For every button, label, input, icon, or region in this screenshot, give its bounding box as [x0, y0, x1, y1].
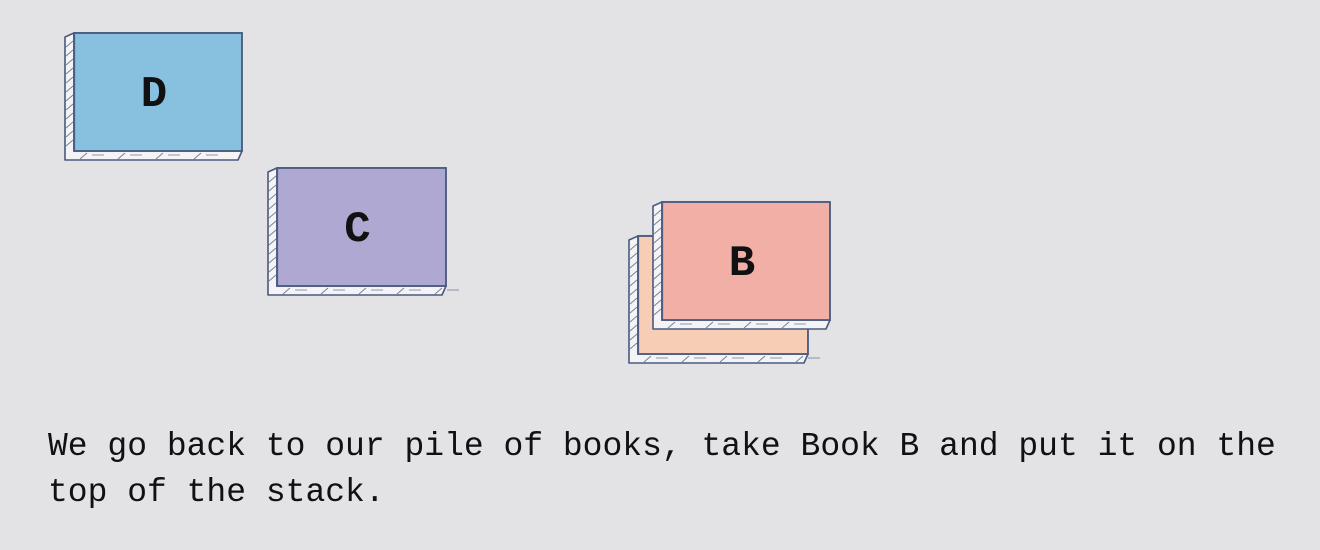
book-scene: D C B	[64, 32, 831, 364]
book-d: D	[64, 32, 243, 161]
book-label: D	[141, 70, 167, 120]
book-label: B	[729, 239, 755, 289]
caption-text: We go back to our pile of books, take Bo…	[48, 428, 1276, 511]
book-c: C	[267, 166, 459, 296]
book-stack: B	[628, 200, 831, 364]
book-label: C	[344, 205, 370, 255]
book-b: B	[652, 200, 831, 330]
